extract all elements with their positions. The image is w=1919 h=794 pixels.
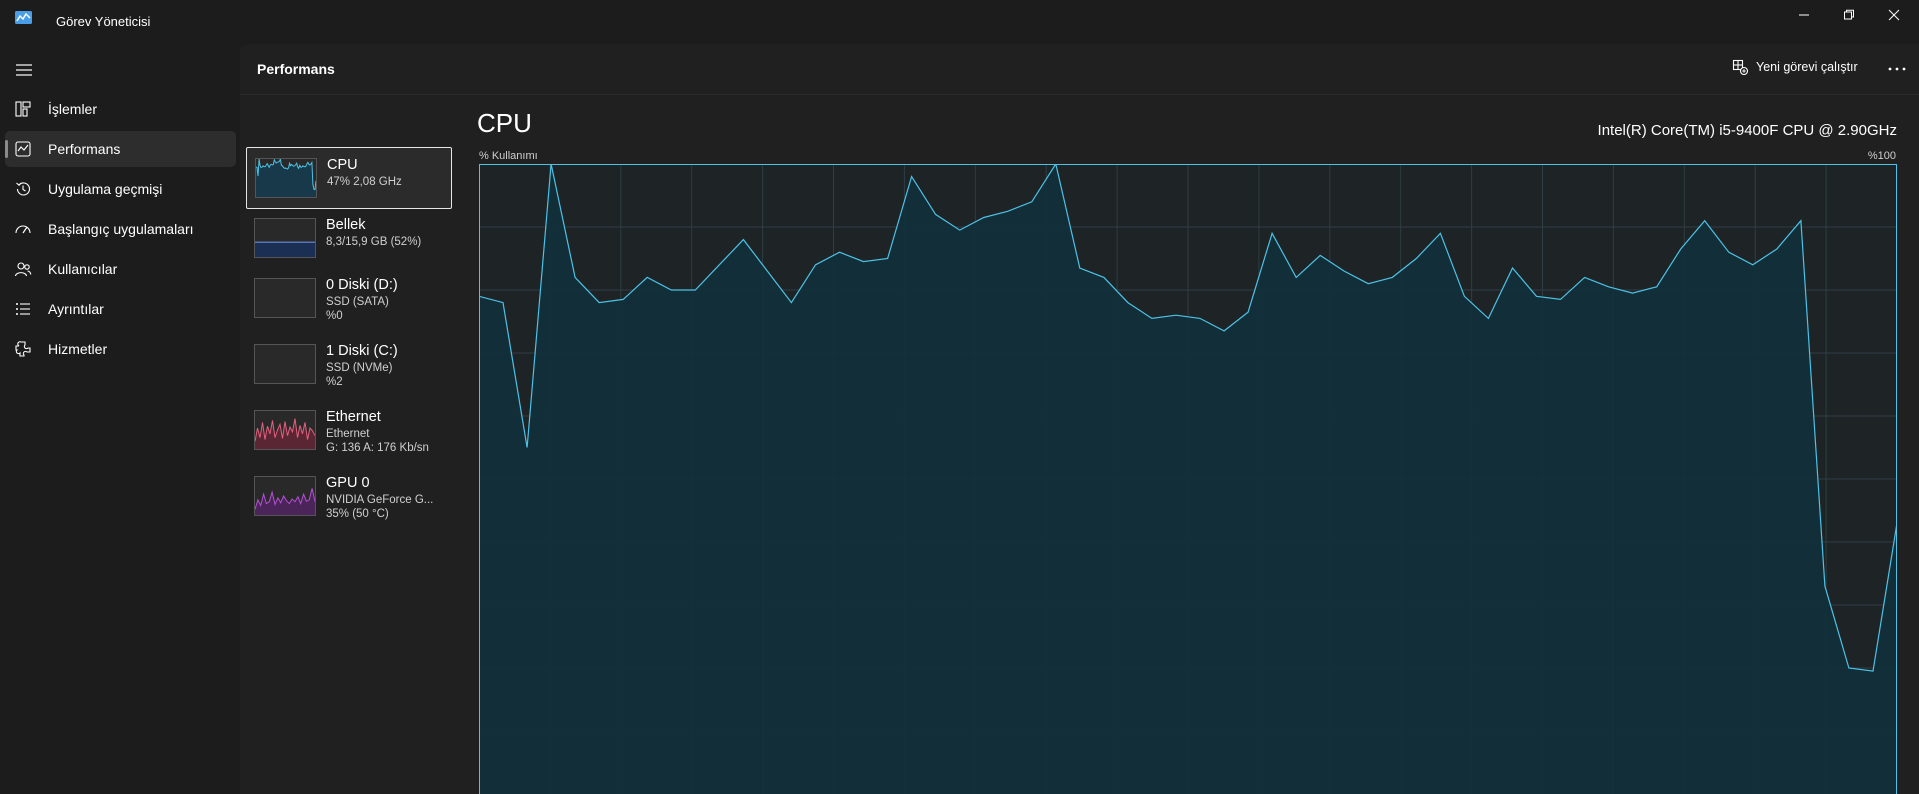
resource-detail: SSD (SATA) [326, 296, 389, 308]
resource-detail: NVIDIA GeForce G... [326, 494, 434, 506]
resource-memory[interactable]: Bellek 8,3/15,9 GB (52%) [246, 208, 450, 268]
memory-fill [255, 242, 315, 257]
resource-detail: 47% 2,08 GHz [327, 176, 402, 188]
ethernet-mini-graph [255, 418, 315, 449]
more-icon[interactable] [1885, 59, 1909, 79]
nav-item-label: Uygulama geçmişi [48, 181, 163, 197]
nav-item-details[interactable]: Ayrıntılar [5, 291, 236, 327]
resource-name: Bellek [326, 217, 366, 233]
resource-disk-c[interactable]: 1 Diski (C:) SSD (NVMe) %2 [246, 334, 450, 394]
close-icon [1888, 9, 1900, 21]
resource-name: GPU 0 [326, 475, 370, 491]
resource-detail: Ethernet [326, 428, 370, 440]
minimize-icon [1799, 14, 1809, 16]
users-icon [14, 262, 32, 277]
nav-item-label: Başlangıç uygulamaları [48, 221, 194, 237]
run-new-task-button[interactable]: Yeni görevi çalıştır [1732, 59, 1858, 75]
y-axis-label: % Kullanımı [479, 150, 538, 162]
nav-item-performance[interactable]: Performans [5, 131, 236, 167]
resource-name: 0 Diski (D:) [326, 277, 398, 293]
y-axis-max-label: %100 [1867, 150, 1896, 162]
cpu-usage-graph [479, 164, 1897, 794]
startup-icon [15, 225, 31, 234]
resource-usage: %0 [326, 310, 343, 322]
main-panel: Performans Yeni görevi çalıştır CPU 47% … [240, 44, 1919, 794]
nav-item-startup-apps[interactable]: Başlangıç uygulamaları [5, 211, 236, 247]
resource-name: 1 Diski (C:) [326, 343, 398, 359]
history-icon [16, 182, 30, 196]
hamburger-menu-icon[interactable] [14, 62, 34, 78]
details-icon [16, 303, 30, 315]
close-button[interactable] [1871, 0, 1917, 30]
app-title: Görev Yöneticisi [56, 14, 151, 29]
mini-graph-area [255, 488, 315, 515]
active-indicator [5, 140, 8, 158]
nav-item-label: Performans [48, 141, 121, 157]
memory-thumbnail [254, 218, 316, 258]
resource-gpu[interactable]: GPU 0 NVIDIA GeForce G... 35% (50 °C) [246, 466, 450, 526]
run-task-icon [1732, 59, 1748, 75]
disk-d-thumbnail [254, 278, 316, 318]
resource-usage: G: 136 A: 176 Kb/sn [326, 442, 429, 454]
resource-usage: 35% (50 °C) [326, 508, 389, 520]
nav-item-label: Ayrıntılar [48, 301, 104, 317]
restore-icon [1844, 9, 1854, 20]
nav-item-users[interactable]: Kullanıcılar [5, 251, 236, 287]
nav-item-label: Hizmetler [48, 341, 108, 357]
page-title: Performans [257, 61, 335, 77]
minimize-button[interactable] [1781, 0, 1827, 30]
disk-c-thumbnail [254, 344, 316, 384]
resource-ethernet[interactable]: Ethernet Ethernet G: 136 A: 176 Kb/sn [246, 400, 450, 460]
left-nav: İşlemler Performans Uygulama geçmişi Baş… [0, 44, 240, 794]
cpu-thumbnail [255, 158, 317, 198]
ethernet-thumbnail [254, 410, 316, 450]
run-task-label: Yeni görevi çalıştır [1756, 60, 1858, 74]
nav-item-app-history[interactable]: Uygulama geçmişi [5, 171, 236, 207]
task-manager-icon [15, 11, 32, 24]
nav-item-label: Kullanıcılar [48, 261, 118, 277]
memory-mini-graph [255, 241, 315, 257]
processes-icon [15, 101, 31, 117]
gpu-thumbnail [254, 476, 316, 516]
graph-title: CPU [477, 108, 532, 138]
gpu-mini-graph [255, 488, 315, 515]
restore-button[interactable] [1826, 0, 1872, 30]
nav-item-processes[interactable]: İşlemler [5, 91, 236, 127]
title-bar: Görev Yöneticisi [0, 0, 1919, 44]
nav-item-services[interactable]: Hizmetler [5, 331, 236, 367]
resource-usage: %2 [326, 376, 343, 388]
resource-disk-d[interactable]: 0 Diski (D:) SSD (SATA) %0 [246, 268, 450, 328]
resource-list: CPU 47% 2,08 GHz Bellek 8,3/15,9 GB (52%… [240, 95, 470, 794]
resource-cpu[interactable]: CPU 47% 2,08 GHz [246, 147, 452, 209]
resource-detail: SSD (NVMe) [326, 362, 393, 374]
cpu-model-name: Intel(R) Core(TM) i5-9400F CPU @ 2.90GHz [1597, 122, 1897, 139]
resource-detail: 8,3/15,9 GB (52%) [326, 236, 422, 248]
main-header: Performans Yeni görevi çalıştır [240, 44, 1919, 95]
performance-icon [15, 141, 31, 157]
services-icon [15, 341, 31, 357]
cpu-mini-graph [256, 159, 316, 197]
resource-name: Ethernet [326, 409, 381, 425]
nav-item-label: İşlemler [48, 101, 98, 117]
resource-name: CPU [327, 157, 358, 173]
